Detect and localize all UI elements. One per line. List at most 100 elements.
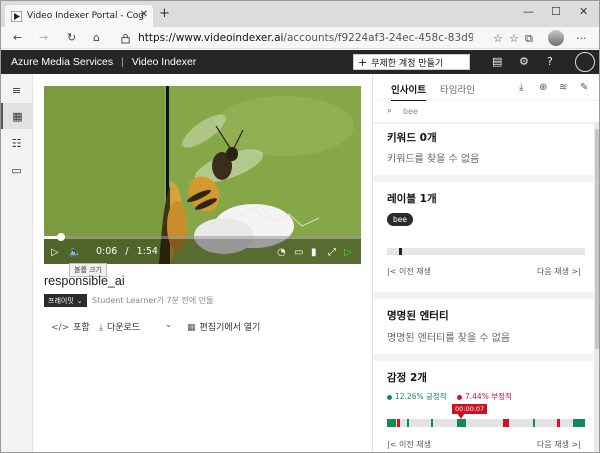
- scrollbar-thumb[interactable]: [595, 129, 599, 349]
- labels-timeline-bar[interactable]: [387, 248, 585, 255]
- volume-icon[interactable]: 🔈: [69, 247, 81, 258]
- progress-knob[interactable]: [56, 233, 65, 241]
- refresh-icon[interactable]: ↻: [67, 31, 76, 44]
- more-options-icon[interactable]: ···: [576, 32, 587, 45]
- download-button[interactable]: ⤓ 다운로드: [99, 320, 140, 333]
- tab-insights[interactable]: 인사이트: [391, 82, 426, 102]
- captions-icon[interactable]: ▭: [294, 247, 303, 258]
- sentiments-title: 감정 2개: [387, 372, 427, 384]
- next-icon: >|: [571, 267, 581, 276]
- video-player[interactable]: ▷ 🔈 0:06 / 1:54 ◔ ▭ ▮ ⤢ ▷: [44, 86, 361, 264]
- user-account-icon[interactable]: [575, 52, 595, 72]
- insights-tabs: 인사이트 타임라인 ⤓ ⊕ ≋ ✎: [373, 74, 599, 102]
- labels-next-button[interactable]: 다음 재생 >|: [537, 266, 581, 277]
- keywords-title: 키워드 0개: [387, 132, 437, 144]
- labels-title: 레이블 1개: [387, 193, 437, 205]
- preset-dropdown[interactable]: 프레이밋 ⌄: [44, 294, 87, 307]
- settings-gear-icon[interactable]: ⚙: [519, 55, 529, 68]
- player-controls: ▷ 🔈 0:06 / 1:54 ◔ ▭ ▮ ⤢ ▷: [44, 233, 361, 264]
- minimize-button[interactable]: —: [523, 5, 534, 18]
- labels-prev-button[interactable]: |< 이전 재생: [387, 266, 431, 277]
- keywords-card: 키워드 0개 키워드를 찾을 수 없음: [373, 124, 594, 175]
- url-text: https://www.videoindexer.ai/accounts/f92…: [138, 32, 473, 44]
- home-icon[interactable]: ⌂: [93, 31, 100, 44]
- sentiments-prev-button[interactable]: |< 이전 재생: [387, 439, 431, 450]
- plus-icon: +: [358, 55, 368, 69]
- label-chip-bee[interactable]: bee: [387, 213, 413, 226]
- labels-card: 레이블 1개 bee |< 이전 재생 다음 재생 >|: [373, 182, 594, 292]
- chevron-down-icon: ⌄: [76, 296, 83, 305]
- sidebar-item-document-icon[interactable]: ▭: [1, 157, 32, 183]
- time-display: 0:06 / 1:54: [96, 246, 158, 257]
- next-icon: >|: [571, 440, 581, 449]
- lock-icon: [121, 33, 130, 43]
- tab-close-icon[interactable]: ✕: [140, 9, 148, 20]
- author-line: Student Learner가 7분 전에 만듦: [92, 296, 214, 305]
- keywords-empty-text: 키워드를 찾을 수 없음: [387, 154, 480, 165]
- trial-button-label: 무제한 계정 만들기: [371, 58, 444, 69]
- negative-dot-icon: [457, 394, 462, 400]
- tab-title: Video Indexer Portal - Cognitive: [27, 11, 145, 21]
- embed-button[interactable]: </> 포함: [51, 320, 90, 333]
- fullscreen-icon[interactable]: ⤢: [328, 247, 336, 258]
- extensions-icon[interactable]: ⧉: [525, 32, 533, 46]
- video-title: responsible_ai: [44, 274, 125, 288]
- address-bar-row: ← → ↻ ⌂ https://www.videoindexer.ai/acco…: [1, 27, 599, 49]
- back-arrow-icon[interactable]: ←: [13, 31, 22, 44]
- search-value: bee: [403, 107, 418, 116]
- stream-play-icon[interactable]: ▷: [344, 247, 352, 258]
- tab-timeline[interactable]: 타임라인: [440, 82, 475, 96]
- download-icon[interactable]: ⤓: [519, 82, 523, 93]
- new-tab-button[interactable]: +: [159, 6, 170, 21]
- positive-dot-icon: [387, 394, 392, 400]
- forward-arrow-icon[interactable]: →: [39, 31, 48, 44]
- open-in-editor-button[interactable]: ▦ 편집기에서 열기: [187, 320, 260, 333]
- insights-panel: 인사이트 타임라인 ⤓ ⊕ ≋ ✎ ⌕ bee 키워드 0개 키워드를 찾을 수…: [372, 74, 599, 452]
- hamburger-menu-icon[interactable]: ≡: [1, 77, 32, 103]
- favorites-star-icon[interactable]: ☆: [493, 32, 503, 45]
- negative-percentage: 7.44% 부정적: [457, 391, 512, 402]
- download-icon: ⤓: [99, 323, 103, 333]
- app-header: Azure Media Services | Video Indexer + 무…: [1, 50, 599, 74]
- video-indexer-favicon-icon: [11, 10, 22, 22]
- sentiment-timeline-bar[interactable]: [387, 419, 585, 427]
- app-brand: Azure Media Services | Video Indexer: [11, 56, 197, 68]
- maximize-button[interactable]: ☐: [551, 5, 561, 18]
- url-field[interactable]: https://www.videoindexer.ai/accounts/f92…: [115, 29, 473, 47]
- pencil-icon[interactable]: ✎: [580, 82, 588, 93]
- named-entities-empty-text: 명명된 엔터티를 찾을 수 없음: [387, 333, 511, 344]
- layers-icon[interactable]: ≋: [559, 82, 567, 93]
- positive-percentage: 12.26% 긍정적: [387, 391, 447, 402]
- editor-icon: ▦: [187, 323, 196, 333]
- left-nav-rail: ≡ ▦ ☷ ▭: [1, 74, 33, 452]
- browser-tab[interactable]: Video Indexer Portal - Cognitive ✕: [5, 5, 153, 27]
- download-options-chevron-icon[interactable]: ⌄: [165, 320, 177, 330]
- browser-window: Video Indexer Portal - Cognitive ✕ + — ☐…: [0, 0, 600, 453]
- sidebar-item-model-customization-icon[interactable]: ☷: [1, 130, 32, 156]
- progress-bar[interactable]: [44, 233, 361, 241]
- prev-icon: |<: [387, 267, 397, 276]
- notifications-icon[interactable]: ▤: [492, 55, 502, 68]
- label-appearance-mark: [399, 248, 402, 255]
- playback-speed-icon[interactable]: ◔: [277, 247, 286, 258]
- close-window-button[interactable]: ✕: [579, 5, 588, 18]
- tab-strip: Video Indexer Portal - Cognitive ✕ + — ☐…: [1, 1, 599, 27]
- insights-search-input[interactable]: ⌕ bee: [373, 101, 599, 123]
- preset-label: 프레이밋: [48, 296, 74, 305]
- named-entities-card: 명명된 엔터티 명명된 엔터티를 찾을 수 없음: [373, 299, 594, 354]
- play-icon[interactable]: ▷: [51, 247, 59, 258]
- sentiments-next-button[interactable]: 다음 재생 >|: [537, 439, 581, 450]
- create-unlimited-account-button[interactable]: + 무제한 계정 만들기: [353, 54, 470, 70]
- sidebar-item-media-icon[interactable]: ▦: [1, 103, 32, 129]
- sentiments-card: 감정 2개 12.26% 긍정적 7.44% 부정적 00:00:07 |< 이…: [373, 361, 594, 452]
- named-entities-title: 명명된 엔터티: [387, 310, 449, 322]
- search-icon: ⌕: [387, 106, 393, 116]
- avatar[interactable]: [548, 30, 564, 46]
- collections-icon[interactable]: ☆: [509, 32, 519, 45]
- help-icon[interactable]: ?: [547, 55, 553, 68]
- embed-code-icon: </>: [51, 323, 70, 333]
- prev-icon: |<: [387, 440, 397, 449]
- globe-icon[interactable]: ⊕: [539, 82, 547, 93]
- quality-icon[interactable]: ▮: [311, 247, 317, 258]
- insights-scrollbar[interactable]: [594, 123, 599, 452]
